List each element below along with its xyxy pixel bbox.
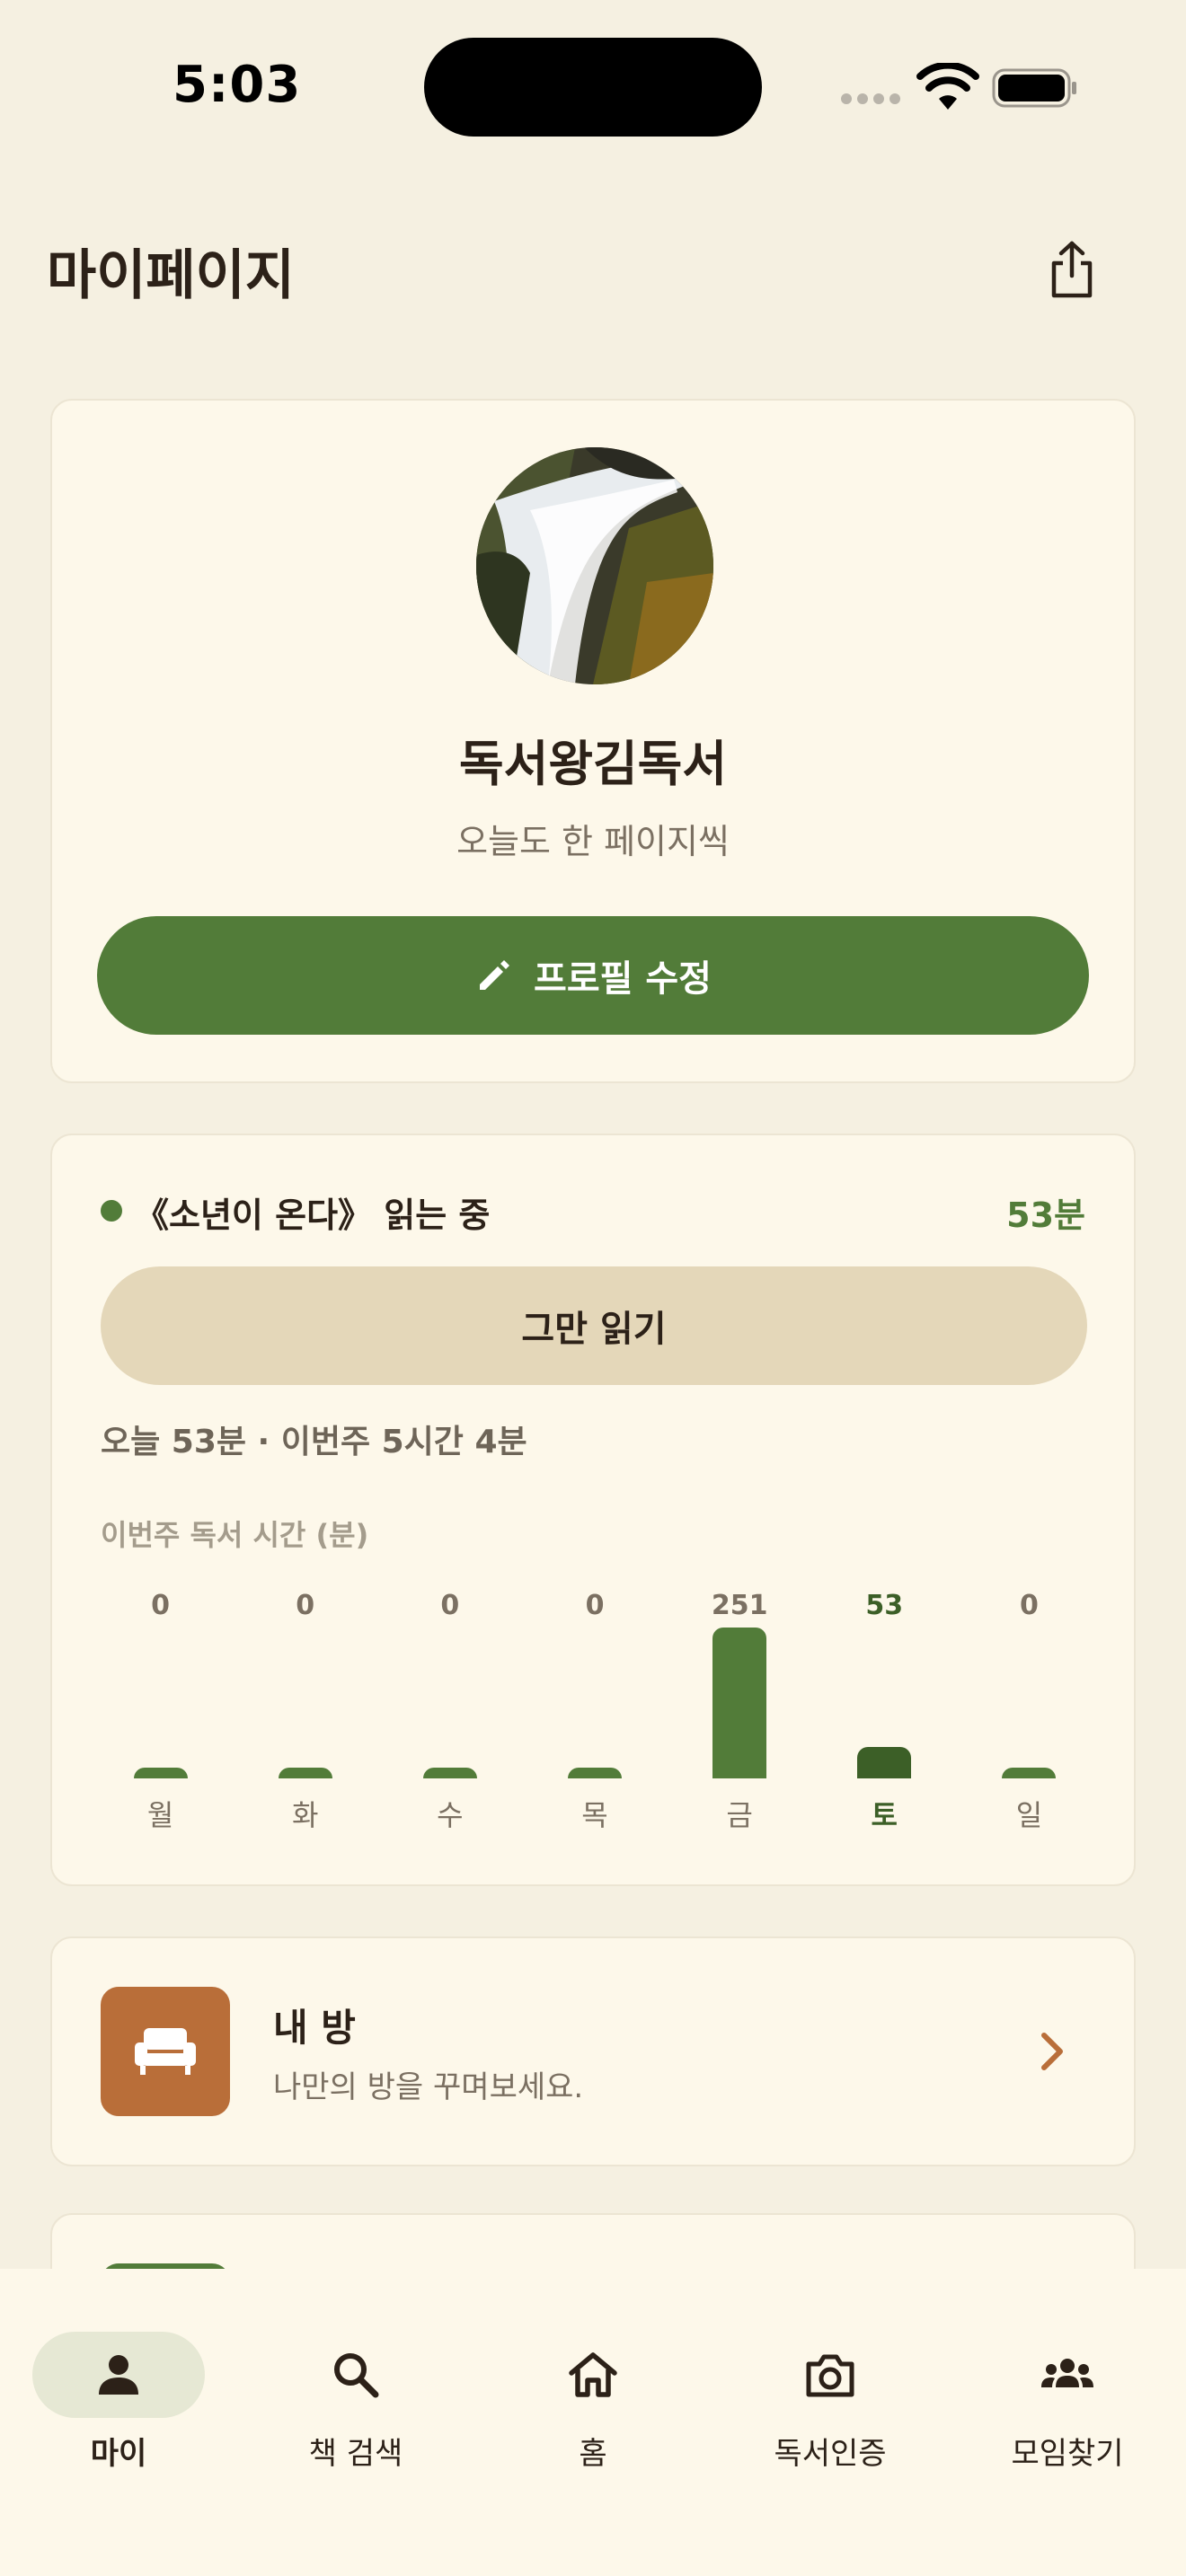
chart-bar-value: 0 [151, 1590, 170, 1621]
now-reading-minutes: 53분 [1006, 1195, 1085, 1235]
dynamic-island [424, 38, 762, 137]
chart-bar [712, 1628, 767, 1778]
chart-bar-column: 0목 [541, 1584, 649, 1854]
profile-card: 독서왕김독서 오늘도 한 페이지씩 프로필 수정 [50, 399, 1136, 1083]
room-icon-tile [101, 1987, 230, 2116]
edit-profile-label: 프로필 수정 [534, 958, 712, 1000]
wifi-icon [916, 63, 979, 110]
tab-my-label: 마이 [90, 2436, 147, 2472]
my-room-card[interactable]: 내 방 나만의 방을 꾸며보세요. [50, 1936, 1136, 2166]
reading-card: 《소년이 온다》 읽는 중 53분 그만 읽기 오늘 53분 · 이번주 5시간… [50, 1134, 1136, 1886]
chart-day-label: 토 [871, 1798, 898, 1832]
search-icon [334, 2353, 379, 2398]
chart-day-label: 일 [1015, 1798, 1043, 1832]
pencil-icon [480, 960, 510, 990]
camera-icon [806, 2354, 854, 2397]
weekly-reading-chart: 0 월 0 화 0 수 0 목 251 금 53 토 0 일 [88, 1584, 1102, 1854]
chart-bar-value: 0 [440, 1590, 460, 1621]
my-room-title: 내 방 [273, 2006, 356, 2050]
chart-day-label: 금 [726, 1798, 753, 1832]
chart-title: 이번주 독서 시간 (분) [101, 1518, 369, 1552]
profile-nickname: 독서왕김독서 [458, 736, 728, 792]
chart-bar-value: 53 [865, 1590, 904, 1621]
edit-profile-button[interactable]: 프로필 수정 [97, 916, 1089, 1035]
home-icon [569, 2352, 617, 2397]
tab-my[interactable]: 마이 [0, 2305, 237, 2484]
tab-reading-verify-label: 독서인증 [774, 2436, 887, 2472]
chart-day-label: 월 [146, 1798, 174, 1832]
tab-book-search[interactable]: 책 검색 [237, 2305, 474, 2484]
battery-icon [992, 68, 1076, 108]
cellular-signal-icon [841, 93, 900, 104]
reading-status-dot [101, 1200, 122, 1222]
page-title: 마이페이지 [47, 244, 295, 307]
avatar-image [476, 447, 713, 684]
status-bar: 5:03 [0, 0, 1186, 171]
chart-bar-value: 0 [1019, 1590, 1039, 1621]
status-time: 5:03 [173, 56, 302, 114]
chart-bar-column: 0수 [396, 1584, 504, 1854]
chart-day-label: 화 [291, 1798, 319, 1832]
tab-book-search-label: 책 검색 [308, 2436, 403, 2472]
chart-bar-column: 251 금 [686, 1584, 793, 1854]
tab-home-label: 홈 [579, 2436, 607, 2472]
sofa-icon [135, 2028, 196, 2075]
chart-bar-column: 53 토 [830, 1584, 938, 1854]
chart-bar-column: 0화 [252, 1584, 359, 1854]
profile-bio: 오늘도 한 페이지씩 [456, 822, 730, 861]
reading-summary: 오늘 53분 · 이번주 5시간 4분 [101, 1424, 527, 1460]
chart-bar [278, 1768, 332, 1778]
chart-bar-column: 0일 [975, 1584, 1083, 1854]
chart-day-label: 목 [581, 1798, 608, 1832]
chart-bar-value: 0 [296, 1590, 315, 1621]
chart-bar [1002, 1768, 1057, 1778]
tab-find-group-label: 모임찾기 [1011, 2436, 1124, 2472]
chart-bar-value: 0 [585, 1590, 605, 1621]
now-reading-text: 《소년이 온다》 읽는 중 [135, 1195, 491, 1235]
group-icon [1041, 2359, 1093, 2387]
my-room-description: 나만의 방을 꾸며보세요. [273, 2069, 584, 2105]
person-icon [99, 2355, 138, 2395]
chart-bar [857, 1746, 912, 1778]
chart-bar-column: 0월 [107, 1584, 215, 1854]
chart-day-label: 수 [437, 1798, 464, 1832]
tab-reading-verify[interactable]: 독서인증 [712, 2305, 949, 2484]
chart-bar [133, 1768, 188, 1778]
tab-find-group[interactable]: 모임찾기 [949, 2305, 1186, 2484]
chevron-right-icon [1041, 2033, 1063, 2070]
share-icon [1051, 241, 1093, 298]
stop-reading-button[interactable]: 그만 읽기 [101, 1266, 1087, 1385]
tab-home[interactable]: 홈 [474, 2305, 712, 2484]
share-button[interactable] [1042, 235, 1102, 304]
avatar[interactable] [476, 447, 713, 684]
stop-reading-label: 그만 읽기 [521, 1309, 667, 1350]
chart-bar-value: 251 [711, 1590, 768, 1621]
chart-bar [422, 1768, 477, 1778]
bottom-tab-bar: 마이 책 검색 홈 독서인증 모임찾기 [0, 2269, 1186, 2576]
chart-bar [568, 1768, 622, 1778]
